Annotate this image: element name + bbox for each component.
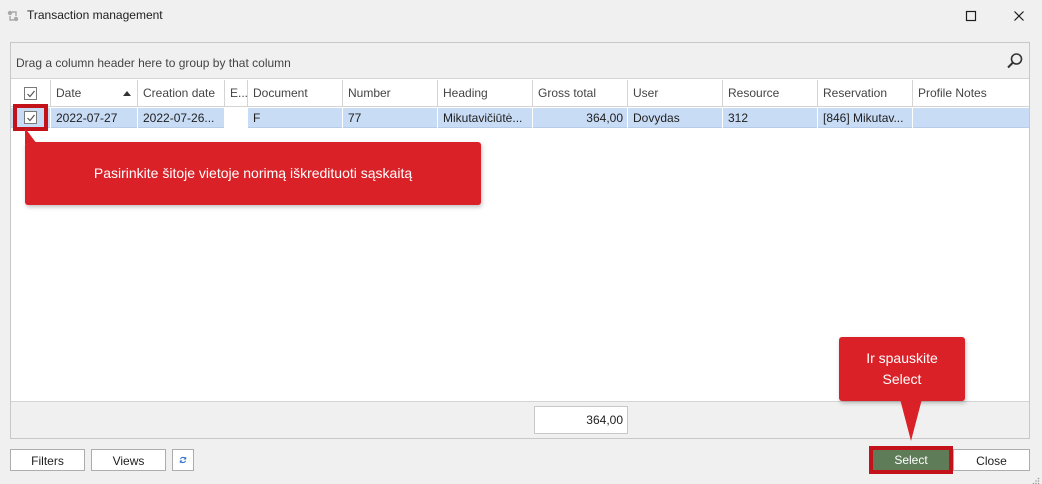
transaction-management-window: Transaction management Drag a column hea… (0, 0, 1042, 484)
window-title: Transaction management (27, 8, 163, 22)
group-by-hint: Drag a column header here to group by th… (16, 56, 291, 70)
column-header-user[interactable]: User (628, 80, 723, 107)
app-transaction-icon (6, 9, 20, 23)
column-header-reservation[interactable]: Reservation (818, 80, 913, 107)
callout-press-select: Ir spauskite Select (839, 337, 965, 401)
callout-press-select-line2: Select (882, 371, 922, 387)
column-header-document[interactable]: Document (248, 80, 343, 107)
column-header-creation-date[interactable]: Creation date (138, 80, 225, 107)
column-header-number[interactable]: Number (343, 80, 438, 107)
cell-reservation[interactable]: [846] Mikutav... (818, 108, 913, 128)
callout-pointer (900, 399, 922, 441)
window-close-button[interactable] (996, 0, 1042, 32)
grid-summary-row: 364,00 (11, 401, 1029, 438)
column-header-heading[interactable]: Heading (438, 80, 533, 107)
callout-select-row: Pasirinkite šitoje vietoje norimą iškred… (25, 142, 481, 205)
search-icon (1007, 53, 1023, 69)
column-header-date[interactable]: Date (51, 80, 138, 107)
group-by-panel[interactable]: Drag a column header here to group by th… (11, 43, 1029, 79)
gross-total-summary: 364,00 (534, 406, 628, 434)
cell-resource[interactable]: 312 (723, 108, 818, 128)
close-icon (1014, 11, 1024, 21)
row-checkbox-highlight (13, 104, 48, 131)
resize-grip-icon[interactable] (1032, 474, 1040, 484)
callout-press-select-line1: Ir spauskite (866, 350, 938, 366)
maximize-icon (965, 10, 977, 22)
cell-gross-total[interactable]: 364,00 (533, 108, 628, 128)
select-all-checkbox[interactable] (24, 87, 37, 100)
cell-creation-date[interactable]: 2022-07-26... (138, 108, 225, 128)
sort-ascending-icon (123, 91, 131, 96)
cell-date[interactable]: 2022-07-27 (51, 108, 138, 128)
column-header-gross-total[interactable]: Gross total (533, 80, 628, 107)
cell-document[interactable]: F (248, 108, 343, 128)
refresh-icon (179, 456, 187, 464)
column-header-row: Date Creation date E... Document Number … (11, 80, 1029, 107)
select-button[interactable]: Select (873, 450, 949, 470)
checkmark-icon (27, 90, 35, 98)
title-bar: Transaction management (0, 0, 1042, 32)
filters-button[interactable]: Filters (10, 449, 85, 471)
column-header-e[interactable]: E... (225, 80, 248, 107)
refresh-button[interactable] (172, 449, 194, 471)
cell-number[interactable]: 77 (343, 108, 438, 128)
close-button[interactable]: Close (953, 449, 1030, 471)
cell-e[interactable] (225, 108, 248, 128)
column-header-profile-notes[interactable]: Profile Notes (913, 80, 1029, 107)
select-button-highlight: Select (869, 446, 953, 474)
cell-profile-notes[interactable] (913, 108, 1029, 128)
maximize-button[interactable] (948, 0, 994, 32)
grid-search-button[interactable] (1005, 51, 1025, 71)
cell-heading[interactable]: Mikutavičiūtė... (438, 108, 533, 128)
select-all-header[interactable] (11, 80, 51, 107)
table-row[interactable]: 2022-07-27 2022-07-26... F 77 Mikutaviči… (11, 108, 1029, 128)
cell-user[interactable]: Dovydas (628, 108, 723, 128)
column-header-resource[interactable]: Resource (723, 80, 818, 107)
views-button[interactable]: Views (91, 449, 166, 471)
